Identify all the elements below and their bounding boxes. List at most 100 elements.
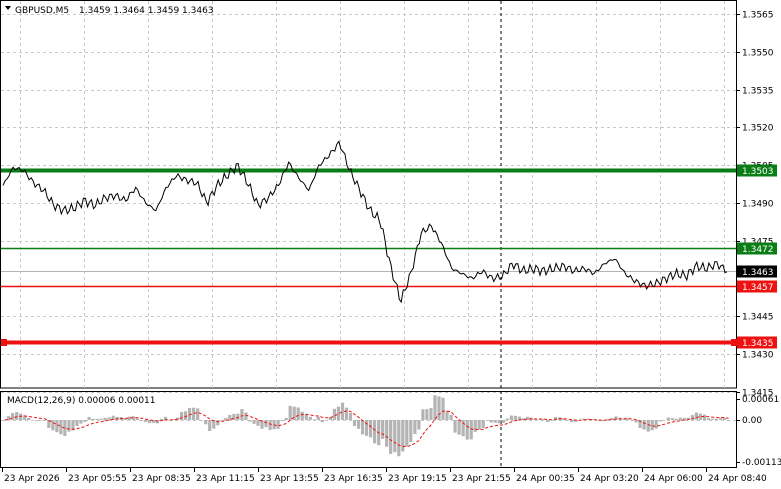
macd-bar bbox=[139, 420, 143, 421]
level-handle[interactable] bbox=[1, 339, 7, 346]
ohlc-values: 1.3459 1.3464 1.3459 1.3463 bbox=[79, 6, 214, 16]
macd-bar bbox=[381, 420, 385, 439]
macd-bar bbox=[714, 418, 719, 420]
macd-bar bbox=[316, 416, 320, 420]
macd-bar bbox=[252, 420, 256, 424]
macd-bar bbox=[87, 417, 91, 420]
macd-bar bbox=[35, 420, 39, 421]
macd-bar bbox=[224, 417, 228, 420]
macd-bar bbox=[702, 414, 707, 420]
macd-bar bbox=[666, 417, 670, 420]
level-label: 1.3457 bbox=[742, 283, 774, 293]
time-axis: 23 Apr 2026 23 Apr 05:55 23 Apr 08:35 23 Ap… bbox=[2, 468, 767, 484]
macd-bar bbox=[634, 420, 638, 423]
macd-bar bbox=[276, 420, 280, 429]
time-label: 24 Apr 03:20 bbox=[580, 474, 639, 484]
macd-bar bbox=[453, 420, 457, 433]
macd-bar bbox=[690, 415, 694, 420]
macd-bar bbox=[159, 418, 164, 420]
macd-bar bbox=[361, 420, 365, 435]
macd-bar bbox=[481, 420, 485, 429]
macd-bar bbox=[344, 407, 349, 420]
price-tick-label: 1.3535 bbox=[742, 87, 774, 97]
macd-bar bbox=[180, 411, 184, 420]
macd-bar bbox=[497, 420, 501, 424]
macd-bar bbox=[67, 420, 71, 432]
macd-bar bbox=[513, 415, 517, 420]
macd-bar bbox=[216, 420, 220, 426]
macd-bar bbox=[570, 420, 574, 423]
macd-bar bbox=[268, 420, 272, 430]
macd-bar bbox=[658, 420, 662, 422]
macd-bar bbox=[405, 420, 409, 447]
macd-bar bbox=[425, 409, 429, 420]
level-label: 1.3435 bbox=[742, 339, 774, 349]
macd-bar bbox=[409, 420, 413, 443]
current-price-label: 1.3463 bbox=[742, 268, 774, 278]
macd-bar bbox=[312, 419, 316, 420]
price-tick-label: 1.3520 bbox=[742, 124, 774, 134]
time-label: 23 Apr 21:55 bbox=[452, 474, 511, 484]
price-tick-label: 1.3565 bbox=[742, 11, 774, 21]
macd-bar bbox=[509, 415, 513, 420]
macd-bar bbox=[501, 420, 505, 423]
macd-bar bbox=[727, 420, 731, 422]
macd-bar bbox=[288, 405, 292, 420]
macd-bar bbox=[244, 412, 248, 420]
macd-bar bbox=[208, 420, 212, 431]
price-tick-label: 1.3490 bbox=[742, 200, 774, 210]
macd-bar bbox=[320, 420, 324, 423]
macd-tick-label: -0.00113 bbox=[742, 458, 781, 468]
macd-bar bbox=[332, 408, 336, 420]
macd-bar bbox=[546, 420, 550, 422]
level-handle[interactable] bbox=[731, 339, 737, 346]
time-label: 24 Apr 08:40 bbox=[708, 474, 767, 484]
macd-bar bbox=[449, 414, 453, 420]
macd-bar bbox=[55, 420, 59, 433]
price-tick-label: 1.3550 bbox=[742, 49, 774, 59]
macd-bar bbox=[469, 420, 473, 440]
macd-bar bbox=[31, 420, 35, 421]
macd-bar bbox=[642, 420, 646, 430]
macd-bar bbox=[284, 417, 288, 420]
macd-bar bbox=[473, 420, 477, 432]
macd-bar bbox=[441, 397, 445, 420]
macd-bar bbox=[27, 418, 31, 420]
price-tick-label: 1.3430 bbox=[742, 351, 774, 361]
macd-bar bbox=[75, 420, 79, 426]
macd-bar bbox=[369, 420, 373, 438]
macd-bar bbox=[99, 418, 103, 420]
macd-bar bbox=[300, 411, 304, 420]
macd-bar bbox=[437, 396, 441, 420]
macd-bar bbox=[630, 420, 634, 421]
macd-bar bbox=[43, 420, 47, 421]
time-label: 24 Apr 00:35 bbox=[516, 474, 575, 484]
time-label: 23 Apr 08:35 bbox=[132, 474, 191, 484]
macd-bar bbox=[489, 420, 493, 423]
macd-bar bbox=[324, 419, 328, 421]
macd-bar bbox=[348, 413, 353, 420]
macd-bar bbox=[236, 413, 240, 420]
time-label: 24 Apr 06:00 bbox=[644, 474, 703, 484]
macd-tick-label: 0.00 bbox=[742, 416, 762, 426]
macd-bar bbox=[107, 417, 111, 420]
macd-bar bbox=[352, 420, 357, 426]
macd-bar bbox=[373, 420, 377, 444]
macd-bar bbox=[280, 420, 284, 421]
macd-bar bbox=[79, 420, 83, 424]
macd-bar bbox=[413, 420, 417, 434]
macd-bar bbox=[256, 420, 260, 426]
price-chart[interactable]: 1.35651.35501.35351.35201.35051.34901.34… bbox=[0, 0, 781, 489]
macd-bar bbox=[11, 413, 15, 420]
macd-bar bbox=[465, 420, 469, 440]
macd-bar bbox=[296, 407, 300, 420]
macd-bar bbox=[694, 412, 698, 420]
macd-bar bbox=[91, 418, 95, 420]
macd-bar bbox=[650, 420, 654, 431]
macd-bar bbox=[264, 420, 268, 428]
macd-bar bbox=[710, 418, 715, 420]
macd-bar bbox=[646, 420, 650, 432]
macd-bar bbox=[566, 420, 570, 421]
macd-bar bbox=[340, 402, 345, 420]
macd-bar bbox=[51, 420, 55, 431]
